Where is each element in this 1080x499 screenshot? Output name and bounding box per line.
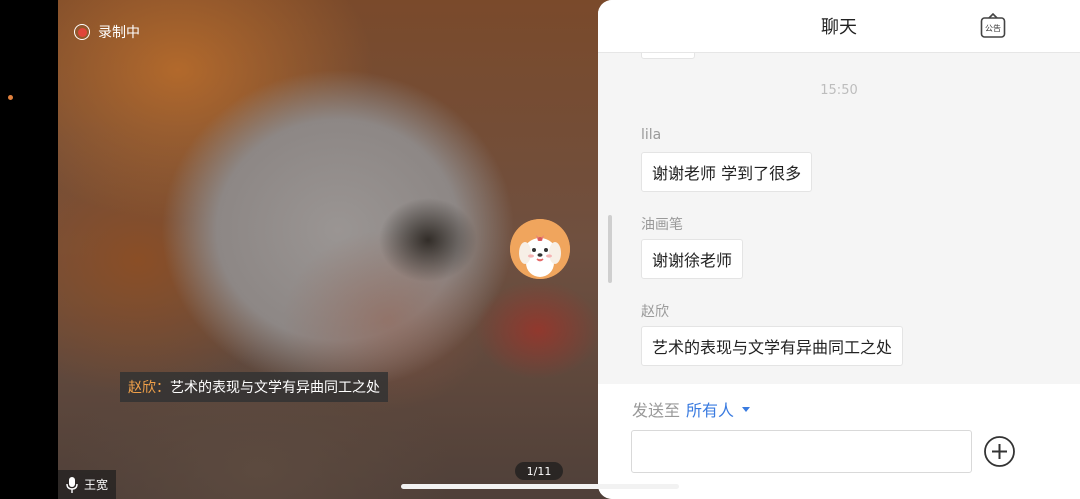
caret-down-icon: [742, 406, 751, 412]
message-input[interactable]: [631, 430, 972, 473]
home-indicator[interactable]: [401, 484, 679, 489]
notice-button[interactable]: 公告: [980, 12, 1006, 39]
subtitle-text: 艺术的表现与文学有异曲同工之处: [170, 380, 380, 396]
send-to-selector[interactable]: 发送至 所有人: [632, 397, 751, 421]
send-to-label: 发送至: [632, 401, 681, 420]
previous-message-bubble: [641, 53, 695, 59]
live-subtitle: 赵欣： 艺术的表现与文学有异曲同工之处: [120, 372, 388, 402]
page-indicator: 1/11: [515, 462, 563, 480]
notice-icon-label: 公告: [985, 23, 1001, 33]
plus-circle-icon: [984, 436, 1015, 467]
record-icon: [74, 24, 90, 40]
chat-header: 聊天 公告: [598, 0, 1080, 53]
send-to-target[interactable]: 所有人: [686, 397, 734, 421]
left-black-bar: [0, 0, 58, 499]
chat-input-area: 发送至 所有人: [598, 384, 1080, 499]
camera-dot: [8, 95, 13, 100]
message-sender: 油画笔: [641, 217, 683, 233]
chat-panel: 聊天 公告 15:50 lila 谢谢老师 学到了很多 油画笔 谢谢徐老师 赵欣…: [598, 0, 1080, 499]
message-bubble[interactable]: 艺术的表现与文学有异曲同工之处: [641, 326, 904, 366]
video-user-tag: 王宽: [58, 470, 117, 499]
message-sender: 赵欣: [641, 304, 669, 320]
notice-board-icon: 公告: [980, 12, 1006, 38]
chat-scrollbar[interactable]: [608, 215, 612, 283]
puppy-avatar-icon: [510, 219, 570, 279]
recording-label: 录制中: [98, 25, 140, 41]
recording-indicator: 录制中: [74, 22, 140, 42]
subtitle-speaker: 赵欣：: [128, 380, 170, 396]
message-bubble[interactable]: 谢谢徐老师: [641, 239, 744, 279]
avatar[interactable]: [510, 219, 570, 279]
message-sender: lila: [641, 127, 662, 143]
video-user-name: 王宽: [84, 478, 109, 492]
microphone-icon: [66, 476, 78, 493]
message-bubble[interactable]: 谢谢老师 学到了很多: [641, 152, 813, 192]
add-button[interactable]: [984, 436, 1015, 467]
chat-timestamp: 15:50: [820, 83, 858, 98]
chat-title: 聊天: [821, 17, 857, 38]
chat-message-list[interactable]: 15:50 lila 谢谢老师 学到了很多 油画笔 谢谢徐老师 赵欣 艺术的表现…: [598, 53, 1080, 384]
